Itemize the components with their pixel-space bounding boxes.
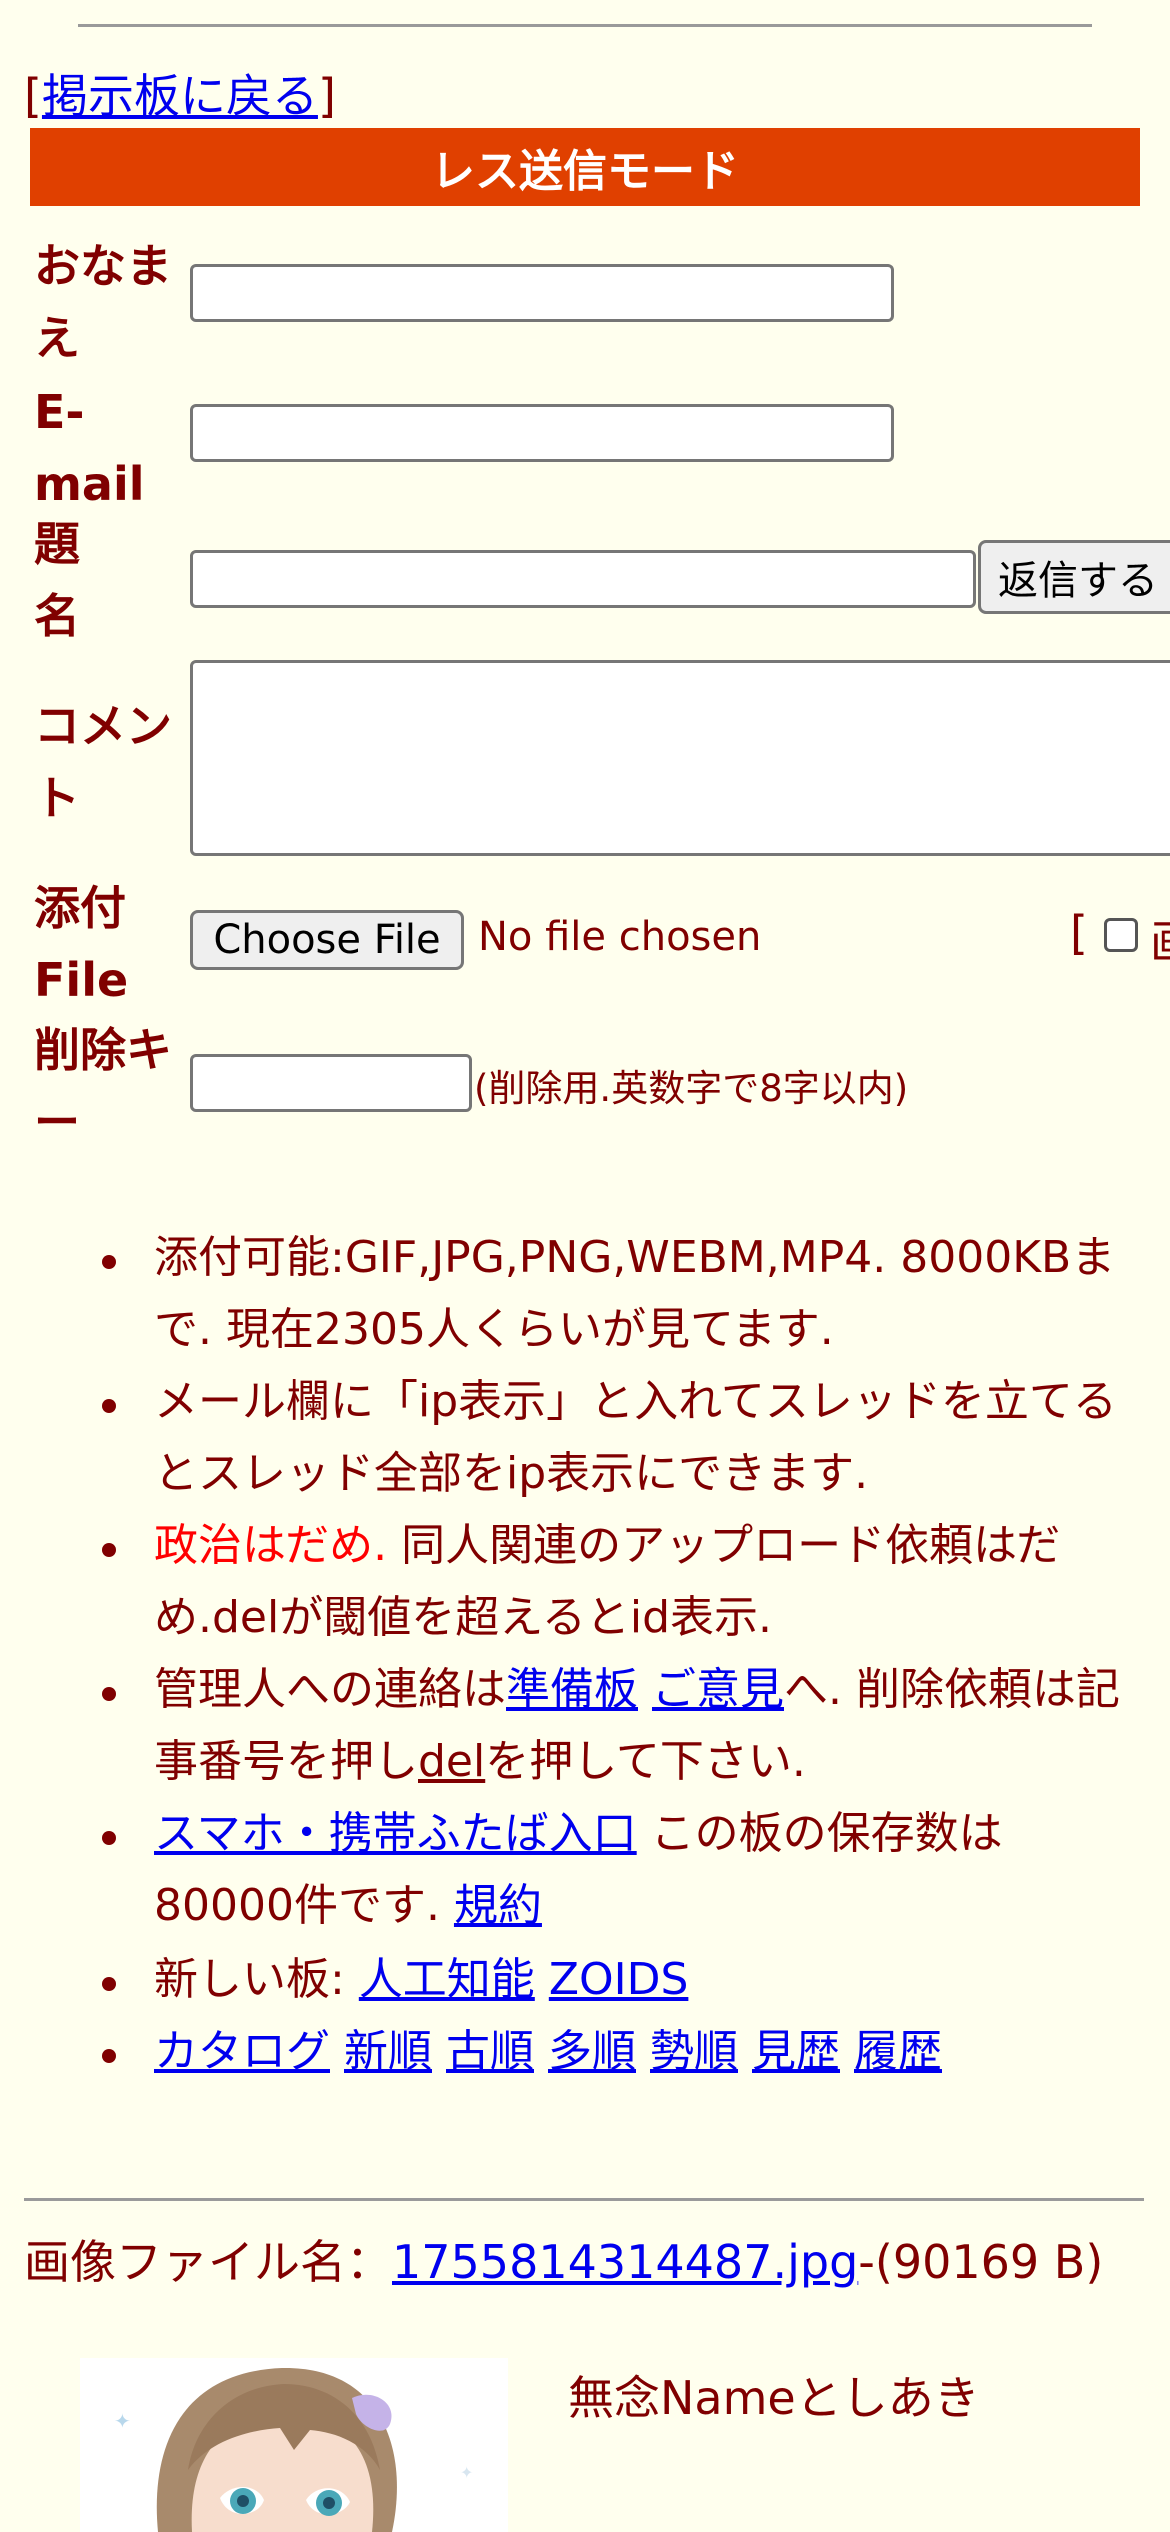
note-text: 管理人への連絡は: [154, 1664, 506, 1715]
sort-momentum-link[interactable]: 勢順: [650, 2026, 738, 2077]
name-label: おなまえ: [34, 239, 172, 365]
subject-label: 題名: [34, 517, 80, 643]
ai-board-link[interactable]: 人工知能: [359, 1954, 535, 2005]
sort-old-link[interactable]: 古順: [446, 2026, 534, 2077]
note-item-sort-links: カタログ 新順 古順 多順 勢順 見歴 履歴: [0, 2016, 1150, 2088]
comment-textarea[interactable]: [190, 660, 1170, 856]
note-text: 添付可能:GIF,JPG,PNG,WEBM,MP4. 8000KBまで. 現在2…: [154, 1232, 1116, 1355]
poster-name: 無念Nameとしあき: [568, 2371, 980, 2425]
note-text: メール欄に「ip表示」と入れてスレッドを立てるとスレッド全部をip表示にできます…: [154, 1376, 1117, 1499]
image-file-link[interactable]: 1755814314487.jpg: [392, 2235, 858, 2289]
delete-key-note: (削除用.英数字で8字以内): [474, 1067, 909, 1110]
note-text: 新しい板:: [154, 1954, 359, 2005]
image-file-info: 画像ファイル名：1755814314487.jpg-(90169 B): [24, 2232, 1144, 2292]
image-option-label: 画: [1150, 906, 1170, 972]
board-notes-list: 添付可能:GIF,JPG,PNG,WEBM,MP4. 8000KBまで. 現在2…: [0, 1222, 1150, 2088]
feedback-link[interactable]: ご意見: [652, 1664, 784, 1715]
sort-new-link[interactable]: 新順: [344, 2026, 432, 2077]
delete-key-input[interactable]: [190, 1054, 472, 1112]
note-item-new-boards: 新しい板: 人工知能 ZOIDS: [0, 1944, 1150, 2016]
back-to-board-link[interactable]: 掲示板に戻る: [42, 69, 318, 123]
bullet: [102, 1255, 116, 1269]
back-nav: [掲示板に戻る]: [24, 60, 336, 126]
bullet: [102, 1977, 116, 1991]
comment-label: コメント: [34, 699, 172, 825]
top-divider: [78, 24, 1092, 27]
svg-text:✦: ✦: [114, 2409, 131, 2433]
terms-link[interactable]: 規約: [454, 1880, 542, 1931]
post-thumbnail-image[interactable]: ✦ ✦: [80, 2358, 508, 2532]
mobile-entrance-link[interactable]: スマホ・携帯ふたば入口: [154, 1808, 637, 1859]
svg-text:✦: ✦: [460, 2463, 473, 2482]
image-option-checkbox[interactable]: [1104, 918, 1138, 952]
politics-warning: 政治はだめ.: [154, 1520, 388, 1571]
note-text: を押して下さい.: [485, 1736, 806, 1787]
file-size: -(90169 B): [858, 2235, 1104, 2289]
back-bracket-close: ]: [317, 69, 336, 123]
subject-input[interactable]: [190, 550, 976, 608]
bullet: [102, 2049, 116, 2063]
view-history-link[interactable]: 見歴: [752, 2026, 840, 2077]
reply-mode-banner: レス送信モード: [30, 128, 1140, 206]
post-divider: [24, 2198, 1144, 2201]
bullet: [102, 1831, 116, 1845]
sort-many-link[interactable]: 多順: [548, 2026, 636, 2077]
back-bracket-open: [: [24, 69, 42, 123]
submit-reply-button[interactable]: 返信する: [978, 540, 1170, 614]
file-label: 添付File: [34, 881, 129, 1007]
note-item: 添付可能:GIF,JPG,PNG,WEBM,MP4. 8000KBまで. 現在2…: [0, 1222, 1150, 1366]
anime-girl-thumbnail-art: ✦ ✦: [80, 2358, 508, 2532]
bullet: [102, 1543, 116, 1557]
email-input[interactable]: [190, 404, 894, 462]
note-item: メール欄に「ip表示」と入れてスレッドを立てるとスレッド全部をip表示にできます…: [0, 1366, 1150, 1510]
zoids-board-link[interactable]: ZOIDS: [549, 1954, 689, 2005]
note-item: 管理人への連絡は準備板 ご意見へ. 削除依頼は記事番号を押しdelを押して下さい…: [0, 1654, 1150, 1798]
bullet: [102, 1687, 116, 1701]
image-option-bracket: [: [1070, 906, 1088, 960]
email-label: E-mail: [34, 385, 145, 511]
choose-file-button[interactable]: Choose File: [190, 910, 464, 970]
note-item: 政治はだめ. 同人関連のアップロード依頼はだめ.delが閾値を超えるとid表示.: [0, 1510, 1150, 1654]
name-input[interactable]: [190, 264, 894, 322]
delete-key-label: 削除キー: [34, 1023, 172, 1149]
note-item: スマホ・携帯ふたば入口 この板の保存数は80000件です. 規約: [0, 1798, 1150, 1942]
no-file-chosen-text: No file chosen: [478, 914, 762, 960]
catalog-link[interactable]: カタログ: [154, 2026, 330, 2077]
file-prefix: 画像ファイル名：: [24, 2235, 392, 2289]
post-history-link[interactable]: 履歴: [854, 2026, 942, 2077]
bullet: [102, 1399, 116, 1413]
del-link[interactable]: del: [418, 1736, 485, 1787]
prep-board-link[interactable]: 準備板: [506, 1664, 638, 1715]
